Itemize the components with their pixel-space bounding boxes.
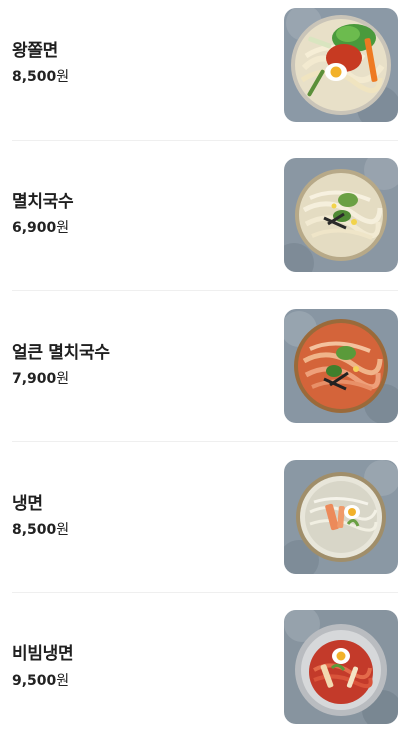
divider	[12, 592, 398, 593]
price-value: 8,500	[12, 69, 57, 85]
price-currency: 원	[56, 371, 70, 387]
menu-item-name: 비빔냉면	[12, 644, 74, 664]
jjolmyeon-dish-photo[interactable]	[284, 8, 398, 122]
menu-item-naengmyeon[interactable]: 냉면 8,500원	[0, 450, 410, 600]
price-currency: 원	[56, 220, 70, 236]
anchovy-noodle-dish-photo[interactable]	[284, 158, 398, 272]
price-value: 6,900	[12, 220, 57, 236]
price-currency: 원	[56, 69, 70, 85]
menu-item-wang-jjolmyeon[interactable]: 왕쫄면 8,500원	[0, 0, 410, 150]
price-value: 8,500	[12, 522, 57, 538]
menu-item-price: 8,500원	[12, 520, 69, 540]
menu-item-name: 냉면	[12, 494, 43, 514]
spicy-anchovy-noodle-dish-photo[interactable]	[284, 309, 398, 423]
price-value: 7,900	[12, 371, 57, 387]
divider	[12, 140, 398, 141]
price-currency: 원	[56, 673, 70, 689]
divider	[12, 290, 398, 291]
menu-item-myeolchi-guksu[interactable]: 멸치국수 6,900원	[0, 150, 410, 300]
menu-item-price: 7,900원	[12, 369, 69, 389]
menu-item-name: 얼큰 멸치국수	[12, 343, 110, 363]
price-currency: 원	[56, 522, 70, 538]
menu-item-eolkeun-myeolchi-guksu[interactable]: 얼큰 멸치국수 7,900원	[0, 300, 410, 450]
menu-list: 왕쫄면 8,500원 멸치국수 6,900원 얼큰 멸치국수 7,900원 냉면…	[0, 0, 410, 736]
menu-item-price: 6,900원	[12, 218, 69, 238]
cold-noodle-dish-photo[interactable]	[284, 460, 398, 574]
price-value: 9,500	[12, 673, 57, 689]
menu-item-price: 9,500원	[12, 671, 69, 691]
bibim-cold-noodle-dish-photo[interactable]	[284, 610, 398, 724]
menu-item-bibim-naengmyeon[interactable]: 비빔냉면 9,500원	[0, 600, 410, 750]
menu-item-name: 멸치국수	[12, 192, 74, 212]
divider	[12, 441, 398, 442]
menu-item-name: 왕쫄면	[12, 41, 59, 61]
menu-item-price: 8,500원	[12, 67, 69, 87]
